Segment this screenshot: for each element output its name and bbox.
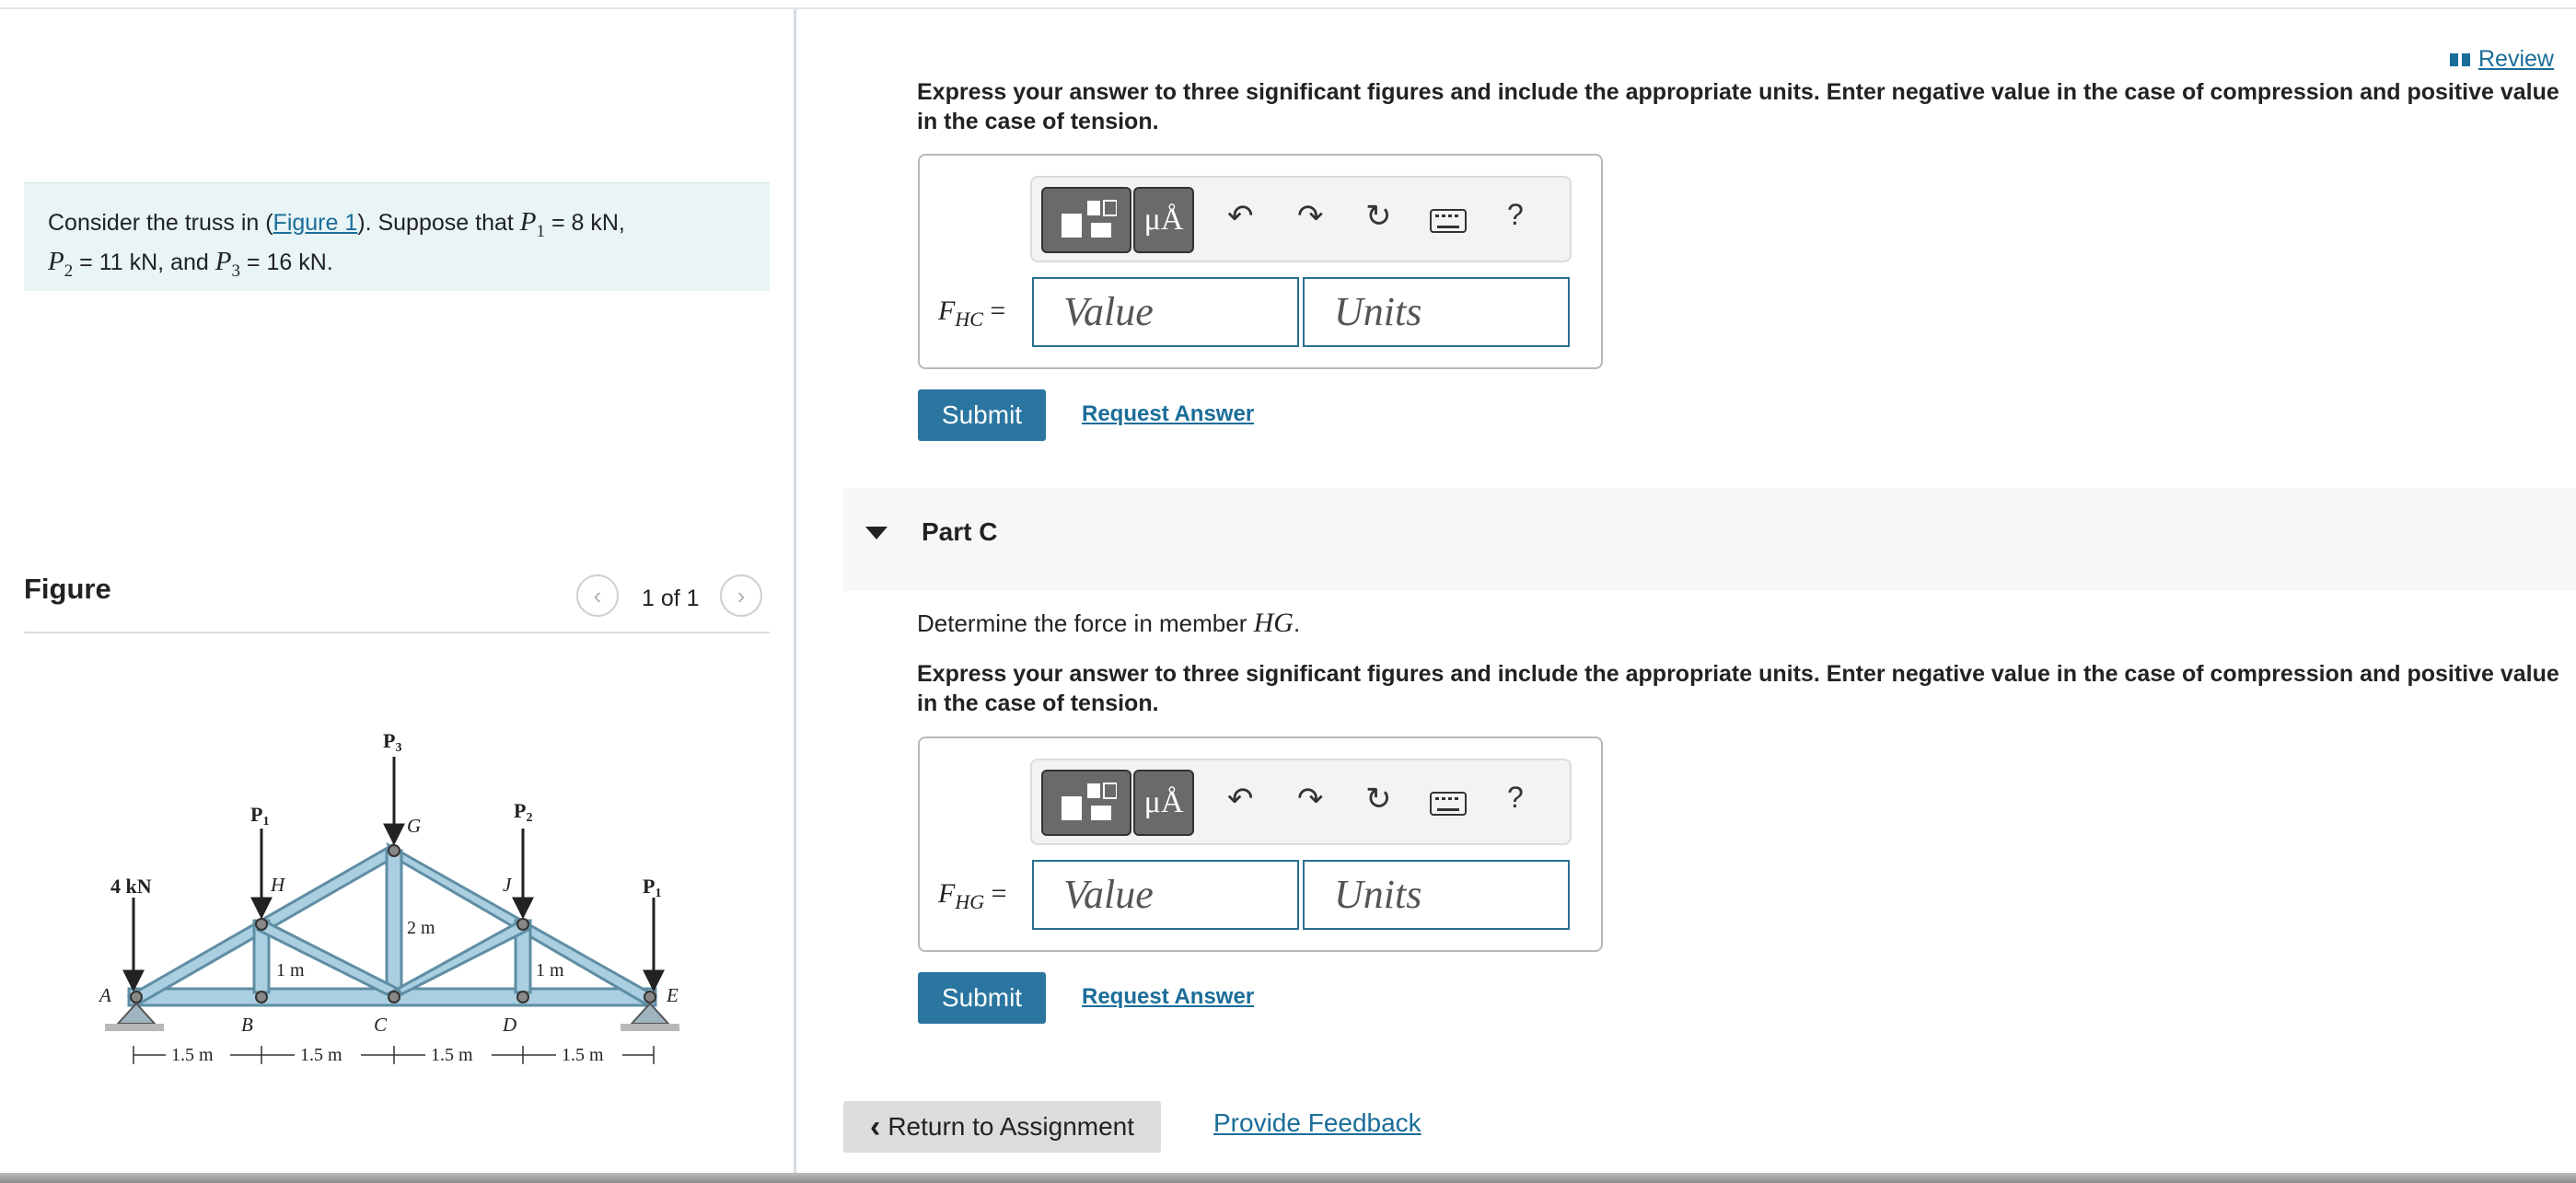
node-g-label: G bbox=[407, 815, 421, 837]
figure-rule bbox=[24, 632, 770, 633]
part-c-submit-button[interactable]: Submit bbox=[918, 972, 1046, 1024]
dim-2m-label: 2 m bbox=[407, 918, 435, 938]
member-hg: HG bbox=[1253, 608, 1294, 638]
caret-down-icon bbox=[865, 527, 888, 539]
reset-icon[interactable]: ↻ bbox=[1365, 781, 1392, 818]
load-4kn-label: 4 kN bbox=[110, 875, 152, 898]
truss-figure: 4 kN P1 P3 P2 P1 A B C D E G H J 2 m 1 m… bbox=[98, 729, 679, 1065]
chevron-left-icon: ‹ bbox=[869, 1108, 881, 1144]
undo-icon[interactable]: ↶ bbox=[1227, 198, 1254, 235]
part-b-lhs: FHC = bbox=[938, 296, 1006, 331]
units-button[interactable]: μÅ bbox=[1133, 187, 1194, 253]
span-4-label: 1.5 m bbox=[562, 1045, 604, 1065]
return-to-assignment-button[interactable]: ‹ Return to Assignment bbox=[843, 1101, 1161, 1153]
p2-value: = 11 kN, and bbox=[79, 249, 209, 275]
part-c-instructions: Express your answer to three significant… bbox=[917, 661, 2559, 716]
node-d-label: D bbox=[502, 1014, 516, 1036]
redo-icon[interactable]: ↷ bbox=[1297, 198, 1324, 235]
node-b-label: B bbox=[241, 1014, 253, 1036]
p1-left-label: P1 bbox=[250, 803, 269, 829]
span-2-label: 1.5 m bbox=[300, 1045, 342, 1065]
book-icon bbox=[2450, 52, 2470, 66]
chevron-right-icon: › bbox=[737, 581, 746, 609]
units-button[interactable]: μÅ bbox=[1133, 770, 1194, 836]
node-a-label: A bbox=[98, 984, 111, 1006]
pane-divider[interactable] bbox=[794, 9, 796, 1178]
p2-label: P2 bbox=[514, 799, 532, 825]
templates-icon bbox=[1062, 200, 1117, 238]
p1-right-label: P1 bbox=[643, 875, 661, 900]
part-b-request-answer-link[interactable]: Request Answer bbox=[1082, 401, 1254, 427]
part-c-units-input[interactable]: Units bbox=[1303, 860, 1570, 930]
part-c-value-input[interactable]: Value bbox=[1032, 860, 1299, 930]
reset-icon[interactable]: ↻ bbox=[1365, 198, 1392, 235]
templates-button[interactable] bbox=[1041, 187, 1131, 253]
return-label: Return to Assignment bbox=[888, 1112, 1135, 1141]
p1-symbol: P1 bbox=[519, 207, 545, 241]
p3-symbol: P3 bbox=[215, 246, 240, 281]
figure-counter: 1 of 1 bbox=[642, 586, 700, 611]
problem-intro-prefix: Consider the truss in ( bbox=[48, 210, 273, 236]
span-3-label: 1.5 m bbox=[431, 1045, 473, 1065]
part-b-units-input[interactable]: Units bbox=[1303, 277, 1570, 347]
figure-next-button[interactable]: › bbox=[720, 574, 762, 617]
p1-value: = 8 kN, bbox=[551, 210, 625, 236]
templates-button[interactable] bbox=[1041, 770, 1131, 836]
node-e-label: E bbox=[666, 984, 679, 1006]
help-button[interactable]: ? bbox=[1507, 198, 1524, 232]
node-c-label: C bbox=[374, 1014, 388, 1036]
figure-title: Figure bbox=[24, 573, 111, 605]
templates-icon bbox=[1062, 783, 1117, 820]
redo-icon[interactable]: ↷ bbox=[1297, 781, 1324, 818]
part-b-answer-box: μÅ ↶ ↷ ↻ ? FHC = Value Units bbox=[918, 154, 1603, 369]
top-border bbox=[0, 7, 2576, 9]
member-h-c bbox=[255, 919, 401, 996]
review-label: Review bbox=[2478, 46, 2554, 72]
part-c-header[interactable]: Part C bbox=[843, 488, 2576, 591]
p3-value: = 16 kN. bbox=[246, 249, 333, 275]
member-g-c bbox=[385, 849, 403, 994]
chevron-left-icon: ‹ bbox=[593, 581, 602, 609]
node-h-label: H bbox=[270, 874, 286, 896]
undo-icon[interactable]: ↶ bbox=[1227, 781, 1254, 818]
figure-link[interactable]: Figure 1 bbox=[273, 210, 358, 236]
part-b-instructions: Express your answer to three significant… bbox=[917, 79, 2559, 134]
figure-prev-button[interactable]: ‹ bbox=[576, 574, 619, 617]
span-1-label: 1.5 m bbox=[171, 1045, 214, 1065]
part-c-request-answer-link[interactable]: Request Answer bbox=[1082, 984, 1254, 1010]
keyboard-icon[interactable] bbox=[1430, 788, 1467, 824]
p2-symbol: P2 bbox=[48, 246, 74, 281]
part-c-question: Determine the force in member HG. bbox=[917, 608, 1301, 638]
part-b-value-input[interactable]: Value bbox=[1032, 277, 1299, 347]
help-button[interactable]: ? bbox=[1507, 781, 1524, 815]
dim-1m-right-label: 1 m bbox=[536, 960, 564, 980]
p3-label: P3 bbox=[383, 729, 401, 755]
part-b-submit-button[interactable]: Submit bbox=[918, 389, 1046, 441]
part-c-title: Part C bbox=[922, 517, 998, 546]
problem-statement: Consider the truss in (Figure 1). Suppos… bbox=[24, 182, 770, 291]
provide-feedback-link[interactable]: Provide Feedback bbox=[1213, 1108, 1421, 1138]
part-c-lhs: FHG = bbox=[938, 878, 1007, 913]
window-bottom-edge bbox=[0, 1173, 2576, 1183]
part-b-toolbar: μÅ ↶ ↷ ↻ ? bbox=[1030, 176, 1572, 262]
keyboard-icon[interactable] bbox=[1430, 205, 1467, 241]
part-c-toolbar: μÅ ↶ ↷ ↻ ? bbox=[1030, 759, 1572, 845]
problem-intro-suffix: ). Suppose that bbox=[357, 210, 514, 236]
node-j-label: J bbox=[503, 874, 513, 896]
part-c-answer-box: μÅ ↶ ↷ ↻ ? FHG = Value Units bbox=[918, 736, 1603, 952]
review-link[interactable]: Review bbox=[2449, 46, 2554, 73]
dim-1m-left-label: 1 m bbox=[276, 960, 305, 980]
